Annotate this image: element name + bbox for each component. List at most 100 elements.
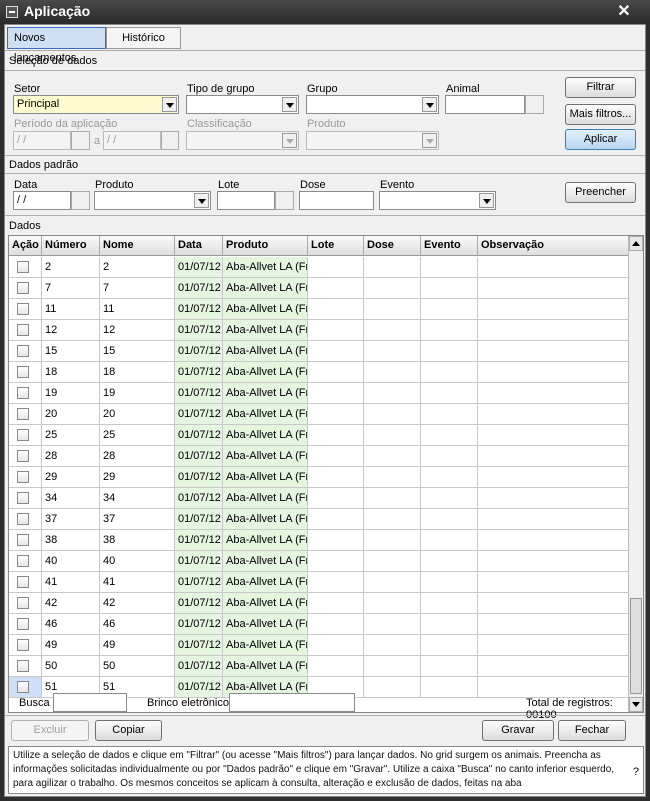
cell-lote[interactable] bbox=[308, 635, 364, 656]
cell-nome[interactable]: 42 bbox=[100, 593, 175, 614]
cell-nome[interactable]: 12 bbox=[100, 320, 175, 341]
evento-dropdown[interactable] bbox=[379, 191, 496, 210]
cell-lote[interactable] bbox=[308, 509, 364, 530]
table-row[interactable]: 34 34 01/07/12 Aba-Allvet LA (Fr bbox=[9, 488, 629, 509]
lote-lookup-button[interactable] bbox=[275, 191, 294, 210]
aplicar-button[interactable]: Aplicar bbox=[565, 129, 636, 150]
acao-checkbox[interactable] bbox=[17, 681, 29, 693]
cell-nome[interactable]: 34 bbox=[100, 488, 175, 509]
acao-checkbox[interactable] bbox=[17, 555, 29, 567]
cell-lote[interactable] bbox=[308, 446, 364, 467]
cell-observacao[interactable] bbox=[478, 278, 629, 299]
column-header-evento[interactable]: Evento bbox=[421, 236, 478, 256]
cell-produto[interactable]: Aba-Allvet LA (Fr bbox=[223, 257, 308, 278]
cell-evento[interactable] bbox=[421, 278, 478, 299]
table-row[interactable]: 25 25 01/07/12 Aba-Allvet LA (Fr bbox=[9, 425, 629, 446]
table-row[interactable]: 12 12 01/07/12 Aba-Allvet LA (Fr bbox=[9, 320, 629, 341]
periodo-to-calendar-button[interactable] bbox=[161, 131, 179, 150]
table-row[interactable]: 15 15 01/07/12 Aba-Allvet LA (Fr bbox=[9, 341, 629, 362]
cell-lote[interactable] bbox=[308, 383, 364, 404]
cell-produto[interactable]: Aba-Allvet LA (Fr bbox=[223, 278, 308, 299]
cell-evento[interactable] bbox=[421, 257, 478, 278]
cell-numero[interactable]: 29 bbox=[42, 467, 100, 488]
cell-evento[interactable] bbox=[421, 467, 478, 488]
cell-dose[interactable] bbox=[364, 593, 421, 614]
cell-produto[interactable]: Aba-Allvet LA (Fr bbox=[223, 488, 308, 509]
acao-checkbox[interactable] bbox=[17, 492, 29, 504]
window-menu-icon[interactable] bbox=[6, 6, 18, 18]
cell-evento[interactable] bbox=[421, 635, 478, 656]
cell-nome[interactable]: 38 bbox=[100, 530, 175, 551]
cell-lote[interactable] bbox=[308, 614, 364, 635]
table-row[interactable]: 28 28 01/07/12 Aba-Allvet LA (Fr bbox=[9, 446, 629, 467]
cell-evento[interactable] bbox=[421, 383, 478, 404]
cell-evento[interactable] bbox=[421, 677, 478, 698]
cell-lote[interactable] bbox=[308, 278, 364, 299]
chevron-down-icon[interactable] bbox=[479, 193, 494, 208]
cell-numero[interactable]: 28 bbox=[42, 446, 100, 467]
cell-evento[interactable] bbox=[421, 341, 478, 362]
tab-novos-lancamentos[interactable]: Novos lançamentos bbox=[7, 27, 106, 64]
acao-checkbox[interactable] bbox=[17, 534, 29, 546]
cell-lote[interactable] bbox=[308, 404, 364, 425]
cell-observacao[interactable] bbox=[478, 467, 629, 488]
cell-dose[interactable] bbox=[364, 425, 421, 446]
acao-checkbox[interactable] bbox=[17, 471, 29, 483]
cell-dose[interactable] bbox=[364, 614, 421, 635]
acao-checkbox[interactable] bbox=[17, 261, 29, 273]
cell-dose[interactable] bbox=[364, 572, 421, 593]
cell-data[interactable]: 01/07/12 bbox=[175, 320, 223, 341]
cell-numero[interactable]: 41 bbox=[42, 572, 100, 593]
animal-lookup-button[interactable] bbox=[525, 95, 544, 114]
cell-lote[interactable] bbox=[308, 551, 364, 572]
acao-checkbox[interactable] bbox=[17, 387, 29, 399]
cell-acao[interactable] bbox=[9, 278, 42, 299]
cell-lote[interactable] bbox=[308, 341, 364, 362]
cell-produto[interactable]: Aba-Allvet LA (Fr bbox=[223, 362, 308, 383]
table-row[interactable]: 19 19 01/07/12 Aba-Allvet LA (Fr bbox=[9, 383, 629, 404]
cell-produto[interactable]: Aba-Allvet LA (Fr bbox=[223, 341, 308, 362]
table-row[interactable]: 2 2 01/07/12 Aba-Allvet LA (Fr bbox=[9, 257, 629, 278]
cell-dose[interactable] bbox=[364, 257, 421, 278]
cell-acao[interactable] bbox=[9, 593, 42, 614]
cell-acao[interactable] bbox=[9, 635, 42, 656]
cell-numero[interactable]: 38 bbox=[42, 530, 100, 551]
cell-observacao[interactable] bbox=[478, 488, 629, 509]
cell-data[interactable]: 01/07/12 bbox=[175, 635, 223, 656]
data-grid[interactable]: Ação Número Nome Data Produto Lote Dose … bbox=[8, 235, 644, 713]
cell-nome[interactable]: 7 bbox=[100, 278, 175, 299]
cell-produto[interactable]: Aba-Allvet LA (Fr bbox=[223, 635, 308, 656]
cell-evento[interactable] bbox=[421, 404, 478, 425]
cell-lote[interactable] bbox=[308, 656, 364, 677]
cell-observacao[interactable] bbox=[478, 446, 629, 467]
cell-produto[interactable]: Aba-Allvet LA (Fr bbox=[223, 299, 308, 320]
filtrar-button[interactable]: Filtrar bbox=[565, 77, 636, 98]
cell-acao[interactable] bbox=[9, 320, 42, 341]
produto-filter-dropdown[interactable] bbox=[306, 131, 439, 150]
table-row[interactable]: 29 29 01/07/12 Aba-Allvet LA (Fr bbox=[9, 467, 629, 488]
cell-evento[interactable] bbox=[421, 488, 478, 509]
brinco-input[interactable] bbox=[229, 693, 355, 712]
acao-checkbox[interactable] bbox=[17, 366, 29, 378]
cell-produto[interactable]: Aba-Allvet LA (Fr bbox=[223, 320, 308, 341]
cell-dose[interactable] bbox=[364, 362, 421, 383]
cell-nome[interactable]: 20 bbox=[100, 404, 175, 425]
column-header-nome[interactable]: Nome bbox=[100, 236, 175, 256]
cell-produto[interactable]: Aba-Allvet LA (Fr bbox=[223, 530, 308, 551]
cell-lote[interactable] bbox=[308, 593, 364, 614]
cell-dose[interactable] bbox=[364, 635, 421, 656]
column-header-data[interactable]: Data bbox=[175, 236, 223, 256]
cell-nome[interactable]: 19 bbox=[100, 383, 175, 404]
cell-acao[interactable] bbox=[9, 509, 42, 530]
cell-dose[interactable] bbox=[364, 341, 421, 362]
cell-nome[interactable]: 40 bbox=[100, 551, 175, 572]
cell-dose[interactable] bbox=[364, 383, 421, 404]
cell-acao[interactable] bbox=[9, 257, 42, 278]
cell-produto[interactable]: Aba-Allvet LA (Fr bbox=[223, 656, 308, 677]
grupo-dropdown[interactable] bbox=[306, 95, 439, 114]
column-header-produto[interactable]: Produto bbox=[223, 236, 308, 256]
cell-data[interactable]: 01/07/12 bbox=[175, 551, 223, 572]
cell-data[interactable]: 01/07/12 bbox=[175, 530, 223, 551]
cell-data[interactable]: 01/07/12 bbox=[175, 656, 223, 677]
cell-acao[interactable] bbox=[9, 341, 42, 362]
